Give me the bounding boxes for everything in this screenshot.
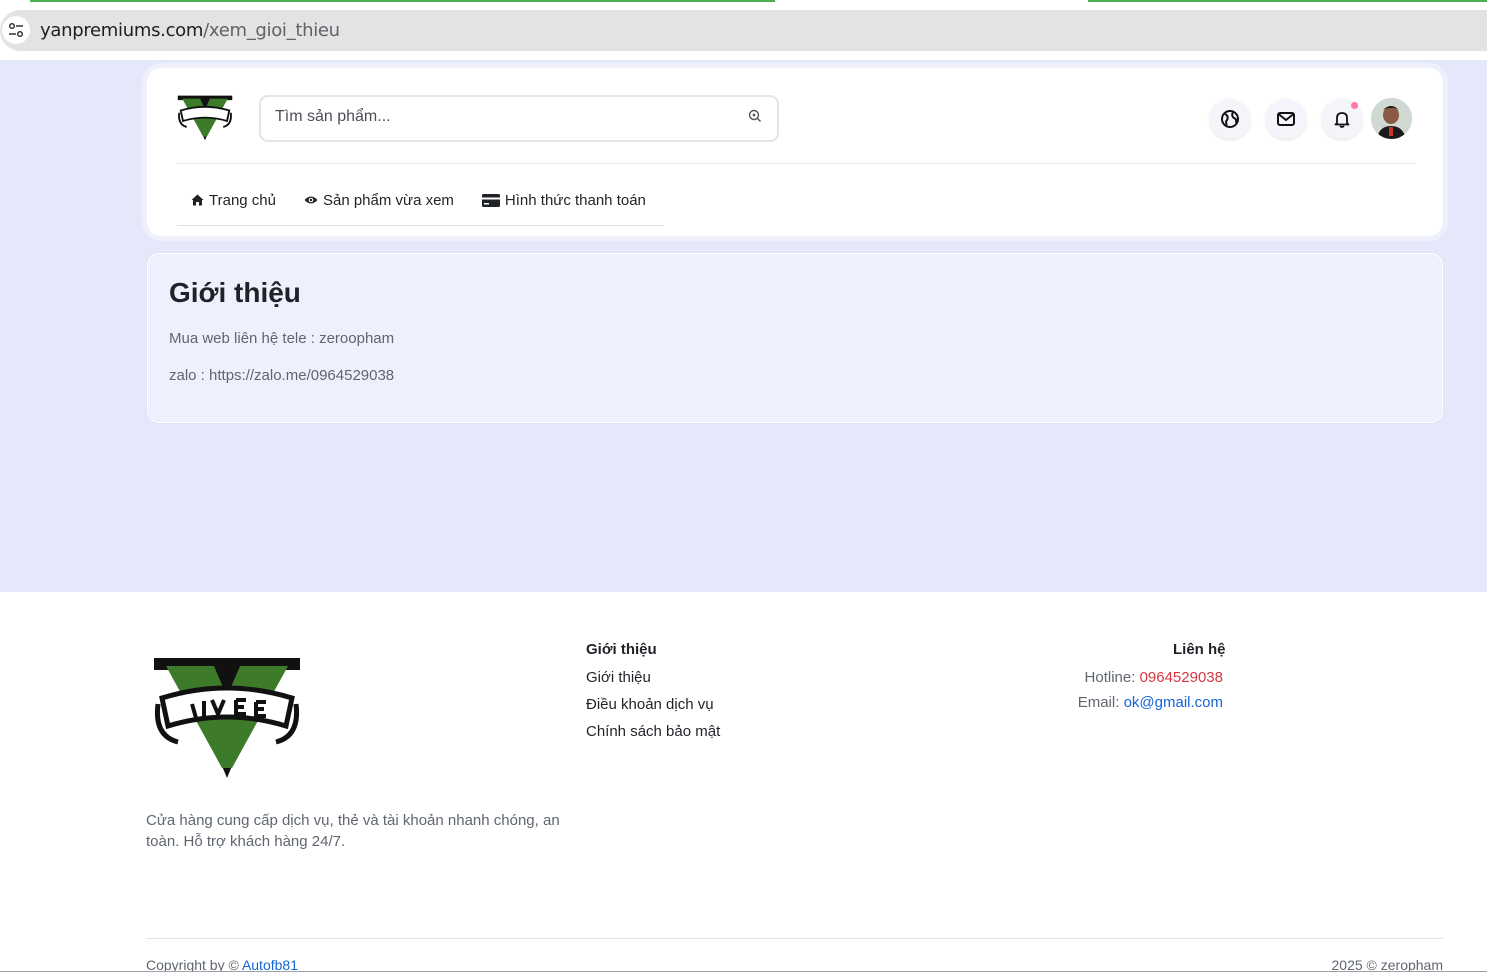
- loading-indicator: [30, 0, 775, 2]
- footer-link-privacy[interactable]: Chính sách bảo mật: [586, 723, 720, 740]
- intro-section: Giới thiệu Mua web liên hệ tele : zeroop…: [147, 253, 1443, 423]
- footer-description: Cửa hàng cung cấp dịch vụ, thẻ và tài kh…: [146, 812, 560, 850]
- footer-divider: [146, 938, 1443, 939]
- nav-underline: [177, 225, 664, 226]
- url-text[interactable]: yanpremiums.com/xem_gioi_thieu: [40, 20, 340, 41]
- page-title: Giới thiệu: [169, 277, 301, 308]
- bell-icon: [1334, 112, 1350, 128]
- header-divider: [177, 163, 1415, 164]
- notification-badge: [1351, 102, 1358, 109]
- site-logo[interactable]: [177, 94, 233, 142]
- copyright: Copyright by © Autofb81: [146, 957, 298, 972]
- search-icon[interactable]: [747, 108, 763, 124]
- footer-hotline: Hotline: 0964529038: [1084, 669, 1223, 686]
- intro-text: Mua web liên hệ tele : zeroopham: [169, 330, 395, 347]
- search-input[interactable]: [275, 108, 715, 126]
- nav-payment-methods-label: Hình thức thanh toán: [504, 191, 646, 209]
- copyright-right: 2025 © zeropham: [1331, 957, 1444, 972]
- hotline-number[interactable]: 0964529038: [1140, 669, 1223, 686]
- mail-button[interactable]: [1266, 99, 1306, 139]
- footer-link-terms[interactable]: Điều khoản dịch vụ: [586, 696, 714, 713]
- site-settings-icon[interactable]: [2, 16, 30, 44]
- search-bar: [259, 95, 779, 142]
- email-link[interactable]: ok@gmail.com: [1124, 694, 1223, 711]
- avatar[interactable]: [1371, 98, 1412, 139]
- footer-logo[interactable]: [152, 656, 302, 780]
- footer-link-about[interactable]: Giới thiệu: [586, 669, 651, 686]
- nav-payment-methods[interactable]: Hình thức thanh toán: [468, 184, 660, 216]
- eye-icon: [304, 196, 318, 204]
- copyright-link[interactable]: Autofb81: [242, 957, 298, 972]
- loading-indicator: [1088, 0, 1487, 2]
- intro-text: zalo : https://zalo.me/0964529038: [169, 367, 395, 384]
- language-button[interactable]: [1210, 99, 1250, 139]
- nav-home[interactable]: Trang chủ: [177, 184, 290, 216]
- nav-recently-viewed[interactable]: Sản phẩm vừa xem: [290, 184, 468, 216]
- nav-home-label: Trang chủ: [209, 191, 276, 209]
- globe-icon: [1221, 110, 1239, 128]
- browser-address-bar: yanpremiums.com/xem_gioi_thieu: [0, 0, 1487, 60]
- nav-recently-viewed-label: Sản phẩm vừa xem: [322, 191, 454, 209]
- mail-icon: [1277, 112, 1295, 126]
- site-footer: Cửa hàng cung cấp dịch vụ, thẻ và tài kh…: [0, 592, 1487, 972]
- main-nav: Trang chủ Sản phẩm vừa xem Hình thức tha…: [177, 184, 660, 216]
- credit-card-icon: [481, 193, 500, 207]
- footer-about-title: Giới thiệu: [586, 641, 657, 658]
- site-header: Trang chủ Sản phẩm vừa xem Hình thức tha…: [147, 68, 1443, 236]
- footer-email: Email: ok@gmail.com: [1077, 694, 1223, 711]
- home-icon: [191, 194, 204, 206]
- footer-contact-title: Liên hệ: [1173, 641, 1226, 658]
- notifications-button[interactable]: [1322, 99, 1362, 139]
